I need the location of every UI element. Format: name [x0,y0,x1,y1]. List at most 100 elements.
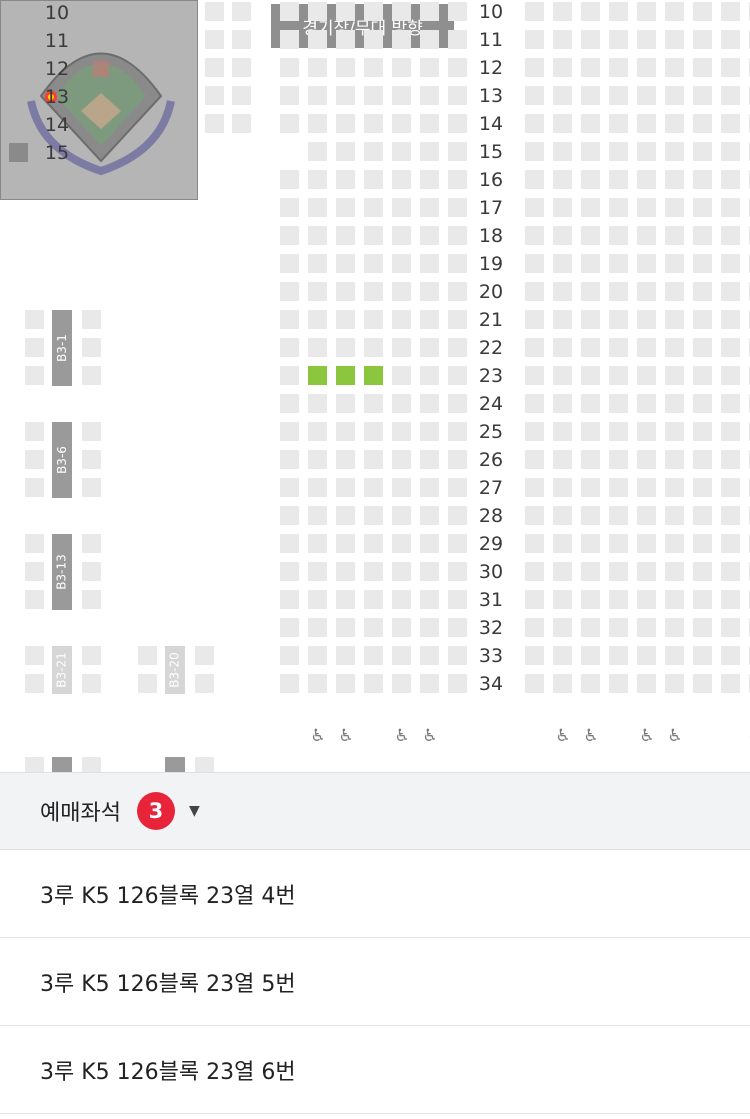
seat[interactable] [609,534,628,553]
seat[interactable] [364,226,383,245]
seat[interactable] [525,394,544,413]
seat[interactable] [364,534,383,553]
seat[interactable] [82,646,101,665]
seat[interactable] [25,534,44,553]
seat[interactable] [308,282,327,301]
seat[interactable] [665,142,684,161]
seat[interactable] [609,170,628,189]
seat[interactable] [581,562,600,581]
seat[interactable] [581,338,600,357]
seat-map[interactable]: 경기장/무대 방향 10 11 12 13 14 15 16 17 18 19 20 21 22 23 24… [0,0,750,772]
seat[interactable] [525,506,544,525]
seat[interactable] [553,562,572,581]
seat[interactable] [308,674,327,693]
seat[interactable] [609,562,628,581]
seat[interactable] [205,58,224,77]
seat[interactable] [392,590,411,609]
seat[interactable] [553,618,572,637]
seat[interactable] [392,114,411,133]
seat[interactable] [581,170,600,189]
seat[interactable] [637,310,656,329]
seat[interactable] [637,590,656,609]
seat[interactable] [308,58,327,77]
wheelchair-icon[interactable]: ♿ [581,725,601,747]
seat[interactable] [280,254,299,273]
seat[interactable] [280,478,299,497]
seat[interactable] [82,674,101,693]
seat[interactable] [637,58,656,77]
seat[interactable] [693,30,712,49]
seat[interactable] [420,58,439,77]
seat[interactable] [280,114,299,133]
seat[interactable] [693,2,712,21]
seat[interactable] [448,282,467,301]
seat[interactable] [721,282,740,301]
seat[interactable] [525,646,544,665]
seat[interactable] [448,478,467,497]
seat[interactable] [693,674,712,693]
seat[interactable] [392,170,411,189]
seat[interactable] [280,534,299,553]
seat[interactable] [280,58,299,77]
seat[interactable] [420,506,439,525]
seat[interactable] [336,282,355,301]
seat[interactable] [420,394,439,413]
seat[interactable] [693,506,712,525]
seat[interactable] [525,310,544,329]
seat[interactable] [280,226,299,245]
seat[interactable] [392,450,411,469]
block-label[interactable] [165,757,185,772]
seat[interactable] [364,310,383,329]
seat[interactable] [308,226,327,245]
seat[interactable] [420,646,439,665]
seat[interactable] [420,198,439,217]
seat[interactable] [581,2,600,21]
seat[interactable] [392,618,411,637]
seat[interactable] [609,282,628,301]
seat[interactable] [364,646,383,665]
seat[interactable] [665,674,684,693]
seat[interactable] [637,86,656,105]
wheelchair-icon[interactable]: ♿ [392,725,412,747]
seat[interactable] [693,394,712,413]
seat[interactable] [609,198,628,217]
seat[interactable] [392,58,411,77]
seat[interactable] [205,86,224,105]
seat[interactable] [308,450,327,469]
seat[interactable] [420,282,439,301]
seat[interactable] [364,282,383,301]
seat[interactable] [637,198,656,217]
seat[interactable] [693,618,712,637]
seat[interactable] [609,338,628,357]
seat[interactable] [448,114,467,133]
wheelchair-icon[interactable]: ♿ [745,725,750,747]
seat[interactable] [25,590,44,609]
seat[interactable] [308,646,327,665]
seat[interactable] [581,254,600,273]
seat[interactable] [232,30,251,49]
seat[interactable] [280,30,299,49]
seat[interactable] [665,646,684,665]
seat[interactable] [448,366,467,385]
seat[interactable] [25,366,44,385]
seat[interactable] [364,422,383,441]
seat[interactable] [448,142,467,161]
seat[interactable] [553,198,572,217]
seat[interactable] [581,198,600,217]
block-label[interactable] [52,757,72,772]
seat[interactable] [232,58,251,77]
seat[interactable] [280,170,299,189]
seat[interactable] [364,198,383,217]
seat[interactable] [693,310,712,329]
seat[interactable] [581,310,600,329]
seat[interactable] [553,86,572,105]
seat[interactable] [693,226,712,245]
seat[interactable] [280,590,299,609]
seat[interactable] [82,310,101,329]
seat[interactable] [553,450,572,469]
seat[interactable] [25,562,44,581]
seat[interactable] [448,226,467,245]
seat[interactable] [448,422,467,441]
seat[interactable] [280,506,299,525]
seat[interactable] [448,338,467,357]
